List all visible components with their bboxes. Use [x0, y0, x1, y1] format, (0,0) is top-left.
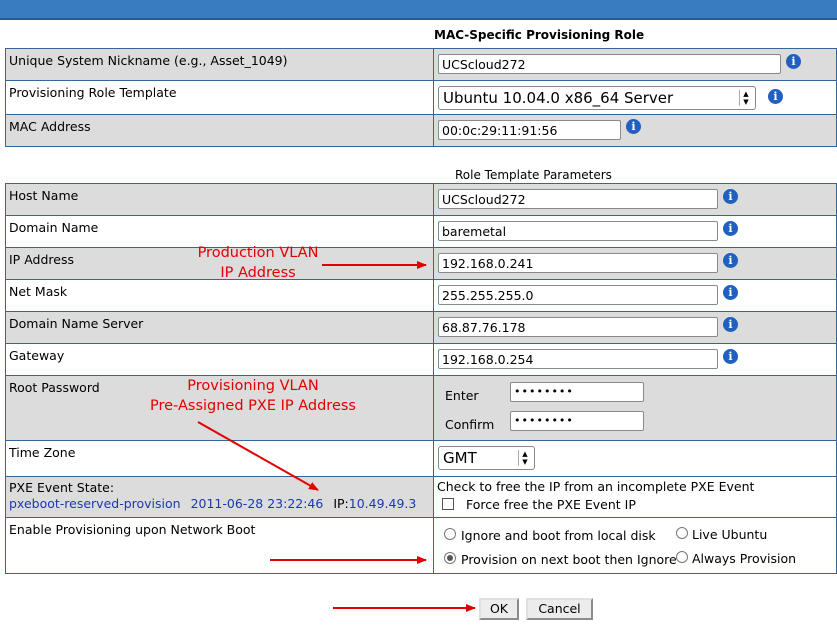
radio-live[interactable] [676, 527, 688, 539]
mac-input[interactable]: 00:0c:29:11:91:56 [438, 120, 621, 140]
force-free-label: Force free the PXE Event IP [466, 497, 636, 512]
timezone-select[interactable]: GMT ▲ ▼ [438, 446, 535, 470]
radio-ignore-label: Ignore and boot from local disk [461, 528, 656, 543]
template-select[interactable]: Ubuntu 10.04.0 x86_64 Server ▲ ▼ [438, 86, 756, 110]
radio-always[interactable] [676, 551, 688, 563]
template-select-value: Ubuntu 10.04.0 x86_64 Server [443, 89, 674, 107]
section-title-mac: MAC-Specific Provisioning Role [434, 28, 645, 42]
info-icon[interactable]: i [723, 285, 738, 300]
mac-label: MAC Address [5, 114, 434, 147]
radio-ignore[interactable] [444, 528, 456, 540]
info-icon[interactable]: i [723, 189, 738, 204]
enable-label: Enable Provisioning upon Network Boot [5, 517, 434, 574]
template-label: Provisioning Role Template [5, 80, 434, 115]
timezone-select-value: GMT [443, 449, 477, 467]
annotation-prod-vlan-line1: Production VLAN [197, 245, 319, 261]
netmask-input[interactable]: 255.255.255.0 [438, 285, 718, 305]
dns-label: Domain Name Server [5, 311, 434, 344]
confirm-label: Confirm [445, 417, 495, 432]
pxe-event-link[interactable]: pxeboot-reserved-provision [9, 496, 181, 511]
mac-section-table: Unique System Nickname (e.g., Asset_1049… [5, 48, 837, 147]
dns-input[interactable]: 68.87.76.178 [438, 317, 718, 337]
top-bar [0, 0, 837, 20]
info-icon[interactable]: i [723, 253, 738, 268]
radio-provision-next[interactable] [444, 552, 456, 564]
force-free-checkbox[interactable] [442, 498, 454, 510]
hostname-label: Host Name [5, 183, 434, 216]
annotation-prod-vlan-line2: IP Address [220, 265, 296, 281]
pxe-ip-prefix: IP: [333, 496, 349, 511]
password-enter-input[interactable]: •••••••• [510, 382, 644, 402]
info-icon[interactable]: i [723, 349, 738, 364]
annotation-prov-vlan-line2: Pre-Assigned PXE IP Address [150, 398, 356, 414]
domain-label: Domain Name [5, 215, 434, 248]
radio-always-label: Always Provision [692, 551, 797, 566]
ip-input[interactable]: 192.168.0.241 [438, 253, 718, 273]
section-title-params: Role Template Parameters [455, 168, 612, 182]
ok-button[interactable]: OK [479, 598, 519, 620]
info-icon[interactable]: i [723, 317, 738, 332]
timezone-label: Time Zone [5, 440, 434, 477]
pxe-ip: 10.49.49.3 [348, 496, 417, 511]
nickname-label: Unique System Nickname (e.g., Asset_1049… [5, 48, 434, 81]
info-icon[interactable]: i [786, 54, 801, 69]
radio-live-label: Live Ubuntu [692, 527, 768, 542]
netmask-label: Net Mask [5, 279, 434, 312]
pxe-free-hint: Check to free the IP from an incomplete … [437, 479, 755, 494]
cancel-button[interactable]: Cancel [526, 598, 593, 620]
domain-input[interactable]: baremetal [438, 221, 718, 241]
nickname-input[interactable]: UCScloud272 [438, 54, 781, 74]
select-arrows-icon: ▲ ▼ [739, 90, 752, 106]
pxe-timestamp: 2011-06-28 23:22:46 [190, 496, 324, 511]
radio-provision-next-label: Provision on next boot then Ignore [461, 552, 677, 567]
info-icon[interactable]: i [768, 89, 783, 104]
enter-label: Enter [445, 388, 479, 403]
password-confirm-input[interactable]: •••••••• [510, 411, 644, 431]
hostname-input[interactable]: UCScloud272 [438, 189, 718, 209]
pxe-label: PXE Event State: [9, 480, 115, 495]
info-icon[interactable]: i [626, 119, 641, 134]
annotation-prov-vlan-line1: Provisioning VLAN [187, 378, 319, 394]
info-icon[interactable]: i [723, 221, 738, 236]
gateway-input[interactable]: 192.168.0.254 [438, 349, 718, 369]
select-arrows-icon: ▲ ▼ [518, 450, 531, 466]
gateway-label: Gateway [5, 343, 434, 376]
